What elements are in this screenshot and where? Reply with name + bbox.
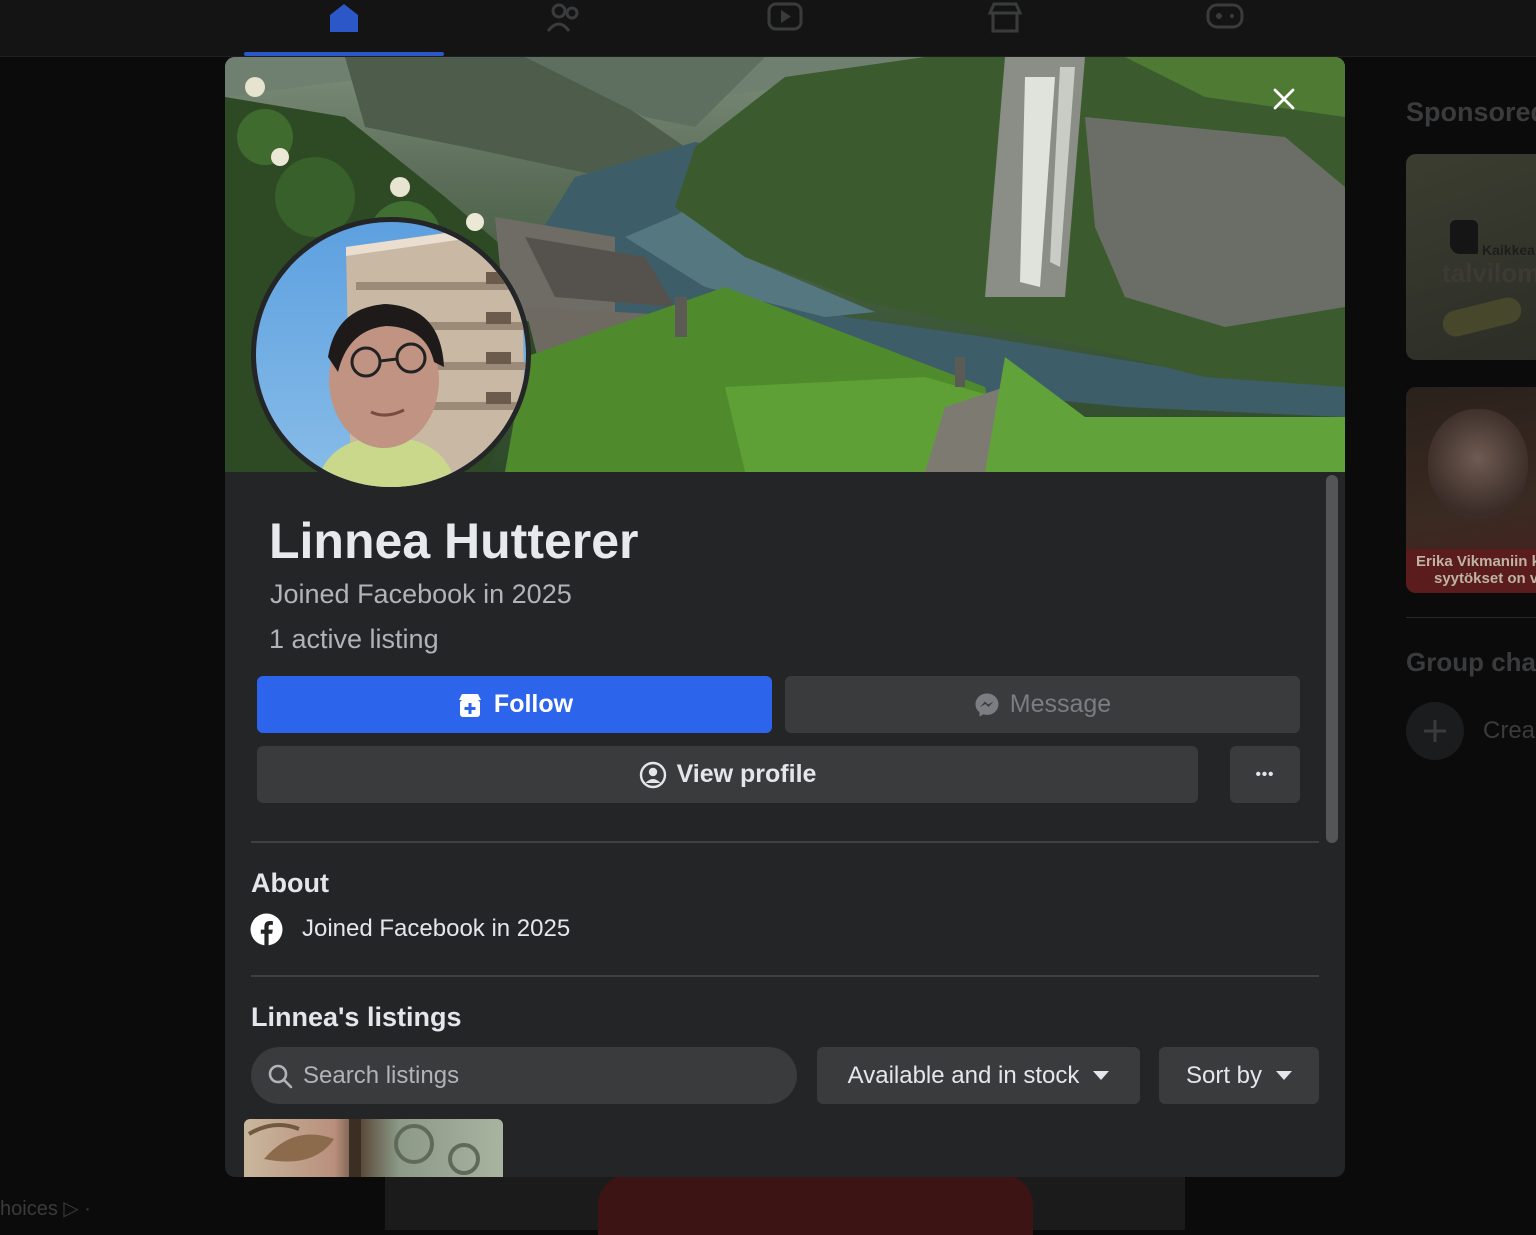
ad-caption-line-1: Erika Vikmaniin ko — [1416, 553, 1536, 570]
view-profile-label: View profile — [676, 760, 817, 788]
scrollbar-thumb[interactable] — [1326, 475, 1338, 843]
home-icon[interactable] — [322, 0, 366, 36]
about-joined-row: Joined Facebook in 2025 — [250, 911, 570, 947]
feed-post-image — [598, 1175, 1033, 1235]
ad-caption-line-2: syytökset on val — [1434, 570, 1536, 587]
nav-active-indicator — [244, 52, 444, 56]
gaming-icon[interactable] — [1203, 0, 1247, 36]
about-title: About — [251, 868, 329, 898]
profile-avatar[interactable] — [251, 217, 531, 492]
sponsored-ad-1[interactable]: Kaikkea talvilome — [1406, 154, 1536, 360]
follow-button[interactable]: Follow — [257, 676, 772, 733]
messenger-icon — [975, 693, 999, 716]
ad-text: Kaikkea — [1482, 242, 1535, 258]
divider — [1406, 617, 1536, 618]
user-circle-icon — [639, 761, 666, 788]
joined-date: Joined Facebook in 2025 — [270, 579, 572, 609]
ad-product-image — [1440, 294, 1524, 340]
view-profile-button[interactable]: View profile — [257, 746, 1198, 803]
profile-photo — [316, 222, 526, 487]
marketplace-icon[interactable] — [983, 0, 1027, 36]
seller-profile-modal: Linnea Hutterer Joined Facebook in 2025 … — [225, 57, 1345, 1177]
more-options-button[interactable]: ••• — [1230, 746, 1300, 803]
right-column: Sponsored Kaikkea talvilome Erika Vikman… — [1385, 57, 1536, 1222]
listing-image — [247, 1119, 480, 1177]
ad-headline: talvilome — [1442, 258, 1536, 288]
sort-by-label: Sort by — [1185, 1061, 1263, 1089]
section-divider — [251, 841, 1319, 843]
store-follow-icon — [458, 693, 481, 717]
section-divider — [251, 975, 1319, 977]
follow-label: Follow — [493, 690, 574, 718]
more-options-icon: ••• — [1255, 766, 1275, 783]
listings-search[interactable] — [251, 1047, 797, 1104]
search-icon — [268, 1064, 293, 1088]
ad-image — [1428, 409, 1528, 519]
dropdown-caret-icon — [1093, 1071, 1110, 1080]
close-button[interactable] — [1272, 87, 1308, 123]
sponsored-ad-2[interactable]: Erika Vikmaniin ko syytökset on val — [1406, 387, 1536, 593]
create-group-button[interactable] — [1406, 702, 1464, 760]
about-joined-text: Joined Facebook in 2025 — [302, 915, 571, 942]
plus-icon — [1424, 720, 1446, 742]
availability-filter-label: Available and in stock — [847, 1061, 1080, 1089]
top-navigation-bar — [0, 0, 1536, 57]
availability-filter-dropdown[interactable]: Available and in stock — [817, 1047, 1140, 1104]
ad-caption: Erika Vikmaniin ko syytökset on val — [1416, 553, 1536, 587]
message-button[interactable]: Message — [785, 676, 1300, 733]
listings-title: Linnea's listings — [251, 1002, 462, 1032]
ad-product-image — [1450, 220, 1478, 254]
close-icon — [1273, 88, 1295, 110]
adchoices-link[interactable]: hoices ▷ · — [0, 1196, 91, 1221]
profile-name: Linnea Hutterer — [269, 513, 639, 569]
video-icon[interactable] — [763, 0, 807, 36]
sort-by-dropdown[interactable]: Sort by — [1159, 1047, 1319, 1104]
facebook-icon — [250, 913, 283, 946]
dropdown-caret-icon — [1276, 1071, 1293, 1080]
message-label: Message — [1009, 690, 1112, 718]
search-listings-input[interactable] — [303, 1061, 783, 1090]
friends-icon[interactable] — [542, 0, 586, 36]
listing-item-thumbnail[interactable] — [244, 1119, 503, 1177]
group-chats-title: Group cha — [1406, 647, 1536, 677]
active-listing-count: 1 active listing — [269, 624, 439, 654]
create-group-label[interactable]: Crea — [1483, 717, 1535, 745]
sponsored-title: Sponsored — [1406, 97, 1536, 127]
